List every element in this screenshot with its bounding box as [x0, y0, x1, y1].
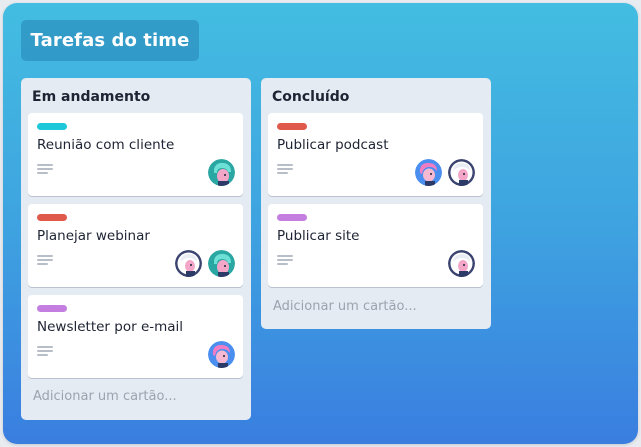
list-em-andamento: Em andamento Reunião com cliente Planeja…: [21, 78, 251, 420]
pink-hair-avatar[interactable]: [208, 341, 235, 368]
card-title: Newsletter por e-mail: [37, 319, 184, 335]
white-hair-avatar[interactable]: [448, 159, 475, 186]
card-title: Reunião com cliente: [37, 137, 175, 153]
list-concluido: Concluído Publicar podcast Publicar site…: [261, 78, 491, 329]
card-label: [277, 123, 307, 130]
teal-hair-avatar[interactable]: [208, 159, 235, 186]
card[interactable]: Publicar podcast: [268, 113, 483, 196]
add-card-button[interactable]: Adicionar um cartão...: [273, 299, 417, 314]
card[interactable]: Newsletter por e-mail: [28, 295, 243, 378]
card[interactable]: Planejar webinar: [28, 204, 243, 287]
list-title[interactable]: Em andamento: [32, 89, 150, 105]
description-icon: [37, 346, 53, 356]
card[interactable]: Reunião com cliente: [28, 113, 243, 196]
card-label: [37, 123, 67, 130]
card-title: Publicar podcast: [277, 137, 389, 153]
board: Tarefas do time Em andamento Reunião com…: [3, 3, 638, 444]
card-label: [277, 214, 307, 221]
description-icon: [277, 255, 293, 265]
card-label: [37, 305, 67, 312]
card-title: Planejar webinar: [37, 228, 150, 244]
description-icon: [277, 164, 293, 174]
list-title[interactable]: Concluído: [272, 89, 349, 105]
board-title[interactable]: Tarefas do time: [21, 20, 199, 61]
pink-hair-avatar[interactable]: [415, 159, 442, 186]
card-title: Publicar site: [277, 228, 360, 244]
white-hair-avatar[interactable]: [175, 250, 202, 277]
description-icon: [37, 164, 53, 174]
white-hair-avatar[interactable]: [448, 250, 475, 277]
add-card-button[interactable]: Adicionar um cartão...: [33, 389, 177, 404]
description-icon: [37, 255, 53, 265]
card-label: [37, 214, 67, 221]
teal-hair-avatar[interactable]: [208, 250, 235, 277]
card[interactable]: Publicar site: [268, 204, 483, 287]
